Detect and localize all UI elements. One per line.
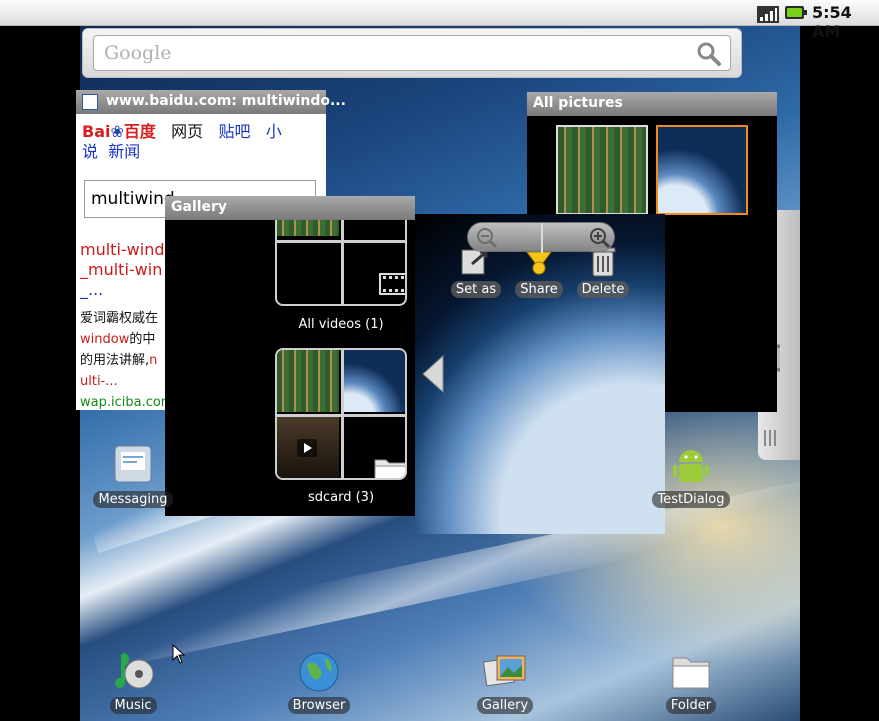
zoom-control[interactable] — [467, 222, 615, 253]
zoom-divider — [541, 223, 543, 253]
nav-link-web[interactable]: 网页 — [171, 122, 203, 141]
gallery-titlebar[interactable]: Gallery — [165, 196, 415, 220]
zoom-out-icon[interactable] — [476, 227, 498, 249]
all-pictures-title: All pictures — [533, 95, 623, 111]
gallery-icon — [482, 655, 526, 687]
baidu-logo[interactable]: Bai❀百度 — [82, 122, 156, 141]
album-cell-image — [344, 350, 405, 412]
baidu-logo-text: Bai — [82, 122, 111, 141]
messaging-icon — [114, 445, 152, 483]
baidu-search-value: multiwind — [91, 189, 175, 209]
battery-icon — [785, 6, 807, 19]
status-bar: 5:54 AM — [0, 0, 879, 41]
all-pictures-titlebar[interactable]: All pictures — [527, 92, 777, 116]
album-grid-line — [341, 210, 344, 304]
share-label: Share — [515, 281, 563, 298]
nav-link-news[interactable]: 新闻 — [108, 142, 140, 161]
snippet-text: 的用法讲解, — [80, 353, 150, 368]
zoom-in-icon[interactable] — [589, 227, 611, 249]
music-label: Music — [109, 697, 157, 714]
baidu-favicon-icon — [82, 94, 98, 110]
image-viewer[interactable]: Set as Share Delete — [415, 214, 665, 534]
album-sdcard[interactable] — [275, 348, 407, 480]
delete-label: Delete — [576, 281, 630, 298]
album-grid-line — [341, 350, 344, 478]
folder-shortcut[interactable]: Folder — [651, 650, 731, 714]
previous-image-arrow-icon[interactable] — [421, 354, 445, 394]
snippet-highlight: n — [149, 353, 158, 368]
messaging-shortcut[interactable]: Messaging — [93, 444, 173, 508]
snippet-text: 的中 — [129, 332, 156, 347]
nav-link-shuo[interactable]: 说 — [82, 142, 98, 161]
google-search-field[interactable]: Google — [93, 35, 731, 71]
album-all-videos[interactable] — [275, 208, 407, 306]
film-icon — [379, 273, 405, 295]
browser-page: Bai❀百度 网页 贴吧 小 说 新闻 multiwind — [82, 122, 322, 218]
folder-icon — [374, 459, 405, 478]
baidu-header: Bai❀百度 网页 贴吧 小 说 新闻 — [82, 122, 322, 162]
set-as-label: Set as — [450, 281, 502, 298]
gallery-label: Gallery — [476, 697, 534, 714]
picture-thumbnail-earth[interactable] — [656, 125, 748, 215]
picture-thumbnail-circuit[interactable] — [556, 125, 648, 215]
messaging-label: Messaging — [93, 491, 173, 508]
album-label: All videos (1) — [298, 317, 384, 332]
album-label: sdcard (3) — [307, 490, 375, 505]
globe-icon — [299, 652, 339, 692]
browser-window-title: www.baidu.com: multiwindo... — [106, 93, 346, 109]
snippet-highlight: window — [80, 332, 130, 347]
music-shortcut[interactable]: Music — [93, 650, 173, 714]
android-icon — [673, 450, 709, 482]
gallery-shortcut[interactable]: Gallery — [465, 650, 545, 714]
gallery-title: Gallery — [171, 199, 228, 215]
baidu-paw-icon: ❀ — [110, 122, 124, 141]
gallery-window[interactable]: Gallery All videos (1) sdcard (3) — [165, 196, 415, 516]
nav-link-tieba[interactable]: 贴吧 — [218, 122, 250, 141]
testdialog-label: TestDialog — [652, 491, 730, 508]
nav-link-xiao[interactable]: 小 — [266, 122, 282, 141]
music-icon — [115, 652, 154, 689]
signal-icon — [757, 6, 779, 23]
clock: 5:54 AM — [812, 3, 852, 41]
browser-titlebar[interactable]: www.baidu.com: multiwindo... — [76, 90, 346, 114]
folder-label: Folder — [665, 697, 717, 714]
album-cell-video — [277, 417, 339, 478]
browser-shortcut[interactable]: Browser — [279, 650, 359, 714]
mouse-cursor-icon — [172, 644, 186, 664]
google-search-placeholder: Google — [104, 42, 172, 64]
folder-icon — [672, 657, 710, 689]
baidu-logo-tail: 百度 — [123, 122, 156, 141]
play-icon — [297, 439, 317, 457]
search-icon[interactable] — [696, 41, 722, 67]
google-search-widget[interactable]: Google — [82, 28, 742, 78]
testdialog-shortcut[interactable]: TestDialog — [651, 444, 731, 508]
album-cell-image — [277, 350, 339, 412]
browser-label: Browser — [287, 697, 351, 714]
